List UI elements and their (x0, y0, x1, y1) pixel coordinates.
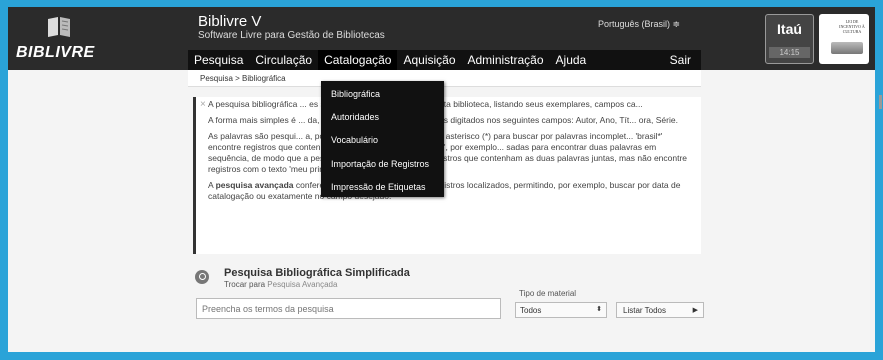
catalogacao-menu: Bibliográfica Autoridades Vocabulário Im… (321, 81, 444, 197)
logo-text: BIBLIVRE (16, 44, 95, 61)
breadcrumb: Pesquisa > Bibliográfica (200, 74, 286, 83)
menu-vocabulario[interactable]: Vocabulário (331, 135, 378, 145)
app-subtitle: Software Livre para Gestão de Biblioteca… (198, 30, 385, 41)
switch-prefix: Trocar para (224, 280, 268, 289)
main-content: × A pesquisa bibliográfica ... es sobre … (188, 87, 875, 352)
close-icon[interactable]: × (200, 99, 206, 110)
help-box: × A pesquisa bibliográfica ... es sobre … (193, 97, 701, 254)
nav-catalogacao[interactable]: Catalogação (318, 50, 398, 70)
help-p4-strong: pesquisa avançada (215, 180, 294, 190)
top-bar: BIBLIVRE Biblivre V Software Livre para … (8, 7, 875, 70)
biblivre-logo[interactable]: BIBLIVRE (16, 13, 176, 65)
menu-autoridades[interactable]: Autoridades (331, 112, 379, 122)
menu-importacao[interactable]: Importação de Registros (331, 159, 429, 169)
material-type-value: Todos (520, 306, 542, 315)
material-type-label: Tipo de material (519, 289, 577, 298)
search-switch: Trocar para Pesquisa Avançada (224, 280, 337, 289)
scrollbar[interactable] (879, 95, 882, 109)
menu-bibliografica[interactable]: Bibliográfica (331, 89, 380, 99)
book-logo-icon (48, 17, 70, 37)
nav-pesquisa[interactable]: Pesquisa (188, 50, 249, 70)
menu-impressao[interactable]: Impressão de Etiquetas (331, 182, 426, 192)
main-nav: Pesquisa Circulação Catalogação Aquisiçã… (188, 50, 701, 70)
itau-name: Itaú (777, 21, 802, 37)
culture-law-logo: LEI DE INCENTIVO À CULTURA (819, 14, 869, 64)
nav-circulacao[interactable]: Circulação (249, 50, 318, 70)
breadcrumb-bar: Pesquisa > Bibliográfica (188, 70, 701, 87)
search-input[interactable] (196, 298, 501, 319)
search-icon (195, 270, 209, 284)
nav-administracao[interactable]: Administração (462, 50, 550, 70)
clock: 14:15 (769, 47, 810, 58)
updown-icon: ⬍ (596, 306, 602, 313)
list-all-button[interactable]: Listar Todos ▶ (616, 302, 704, 318)
material-type-select[interactable]: Todos ⬍ (515, 302, 607, 318)
help-p4-pre: A (208, 180, 216, 190)
search-title: Pesquisa Bibliográfica Simplificada (224, 267, 410, 279)
help-paragraph-3: As palavras são pesqui... a, porém é pos… (208, 131, 688, 174)
play-icon: ▶ (692, 307, 698, 314)
nav-aquisicao[interactable]: Aquisição (397, 50, 461, 70)
culture-logo-text: LEI DE INCENTIVO À CULTURA (839, 19, 865, 34)
itau-logo: Itaú 14:15 (765, 14, 814, 64)
language-select[interactable]: Português (Brasil) ≑ (598, 19, 680, 30)
help-paragraph-4: A pesquisa avançada confere um maior con… (208, 180, 693, 202)
help-paragraph-1: A pesquisa bibliográfica ... es sobre os… (208, 99, 643, 109)
advanced-search-link[interactable]: Pesquisa Avançada (267, 280, 337, 289)
list-all-label: Listar Todos (623, 306, 666, 315)
help-paragraph-2: A forma mais simples é ... da, que busca… (208, 115, 678, 125)
nav-ajuda[interactable]: Ajuda (550, 50, 593, 70)
app-title: Biblivre V (198, 13, 262, 30)
browser-frame: BIBLIVRE Biblivre V Software Livre para … (8, 7, 875, 352)
logout-button[interactable]: Sair (664, 50, 701, 70)
flag-icon (831, 42, 863, 54)
